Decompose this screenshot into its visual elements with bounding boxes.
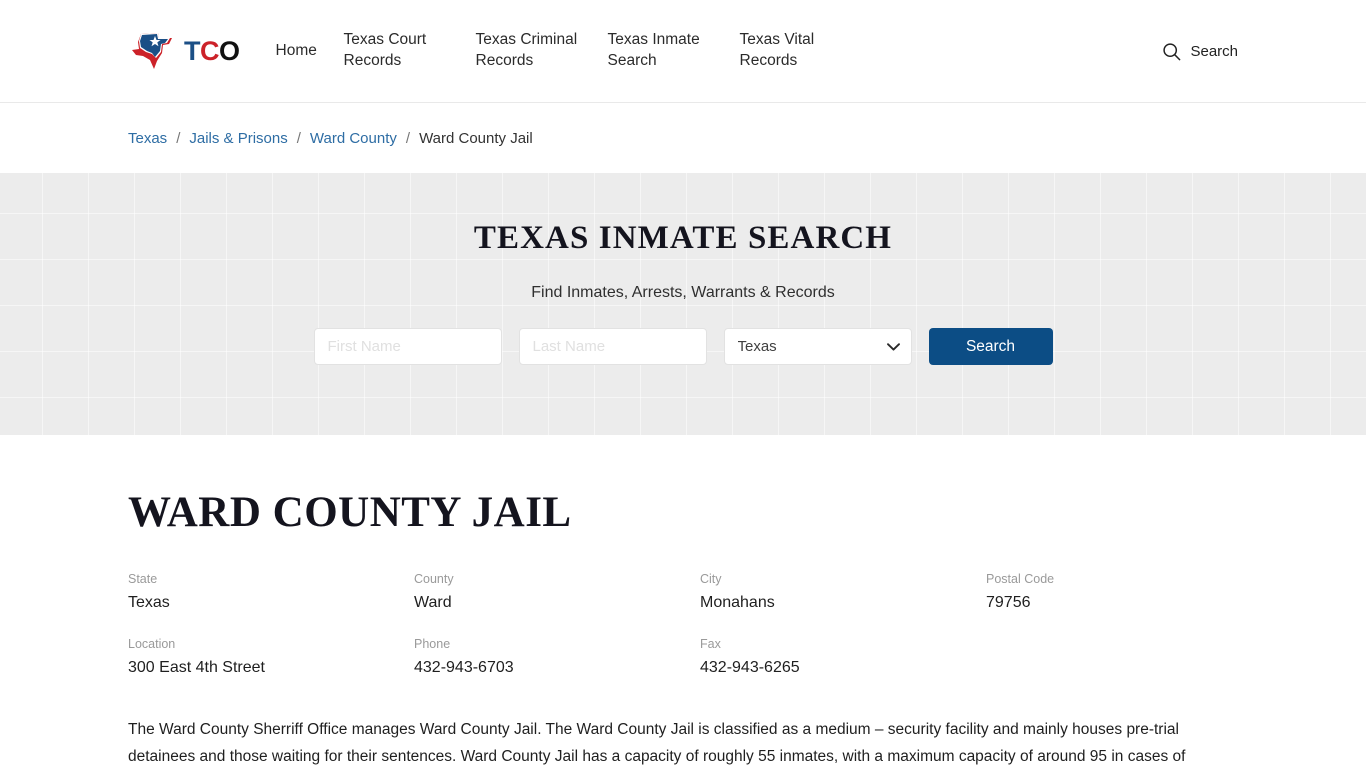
logo-letter-c: C bbox=[200, 35, 220, 66]
breadcrumb-separator: / bbox=[296, 129, 301, 147]
search-submit-button[interactable]: Search bbox=[928, 328, 1053, 365]
fact-location: Location 300 East 4th Street bbox=[128, 636, 414, 677]
facility-description: The Ward County Sherriff Office manages … bbox=[128, 720, 1186, 765]
fact-value: 432-943-6265 bbox=[700, 658, 800, 676]
fact-label: County bbox=[414, 572, 454, 586]
fact-county: County Ward bbox=[414, 572, 700, 612]
state-select[interactable]: Texas bbox=[723, 328, 912, 365]
main-navigation: Home Texas Court Records Texas Criminal … bbox=[276, 30, 872, 72]
nav-item-texas-criminal-records[interactable]: Texas Criminal Records bbox=[476, 30, 608, 72]
fact-label: City bbox=[700, 572, 722, 586]
breadcrumb-separator: / bbox=[176, 129, 181, 147]
fact-label: Phone bbox=[414, 636, 451, 651]
nav-item-texas-inmate-search[interactable]: Texas Inmate Search bbox=[608, 30, 740, 72]
logo-wordmark: TCO bbox=[184, 35, 240, 66]
nav-item-texas-vital-records[interactable]: Texas Vital Records bbox=[740, 30, 872, 72]
breadcrumb-item-ward-county[interactable]: Ward County bbox=[310, 130, 397, 147]
fact-label: State bbox=[128, 572, 158, 586]
fact-value: 79756 bbox=[986, 593, 1031, 611]
fact-value: 300 East 4th Street bbox=[128, 658, 265, 676]
fact-postal-code: Postal Code 79756 bbox=[986, 572, 1238, 612]
hero-subtitle: Find Inmates, Arrests, Warrants & Record… bbox=[531, 284, 835, 301]
fact-city: City Monahans bbox=[700, 572, 986, 612]
breadcrumb: Texas / Jails & Prisons / Ward County / … bbox=[128, 130, 533, 147]
fact-label: Postal Code bbox=[986, 572, 1055, 586]
breadcrumb-item-texas[interactable]: Texas bbox=[128, 130, 167, 147]
site-logo[interactable]: TCO bbox=[128, 29, 240, 73]
site-header: TCO Home Texas Court Records Texas Crimi… bbox=[0, 0, 1366, 103]
first-name-input[interactable] bbox=[313, 328, 502, 365]
fact-value: Texas bbox=[128, 593, 170, 611]
fact-phone: Phone 432-943-6703 bbox=[414, 636, 700, 677]
last-name-input[interactable] bbox=[518, 328, 707, 365]
logo-letter-o: O bbox=[219, 35, 240, 66]
facility-details-grid: State Texas County Ward City Monahans Po… bbox=[128, 572, 1238, 677]
breadcrumb-item-current: Ward County Jail bbox=[419, 129, 533, 147]
fact-value: Monahans bbox=[700, 593, 775, 611]
main-content: Ward County Jail State Texas County Ward… bbox=[0, 435, 1366, 768]
header-search-toggle[interactable]: Search bbox=[1162, 42, 1238, 61]
fact-empty-slot bbox=[986, 638, 1238, 677]
logo-letter-t: T bbox=[184, 35, 201, 66]
texas-state-flag-icon bbox=[128, 29, 180, 73]
fact-fax: Fax 432-943-6265 bbox=[700, 636, 986, 677]
fact-value: Ward bbox=[414, 593, 452, 611]
page-title: Ward County Jail bbox=[128, 489, 572, 536]
fact-state: State Texas bbox=[128, 572, 414, 612]
breadcrumb-separator: / bbox=[405, 129, 411, 147]
fact-label: Fax bbox=[700, 636, 721, 651]
hero-search-section: Texas Inmate Search Find Inmates, Arrest… bbox=[0, 173, 1366, 435]
nav-item-texas-court-records[interactable]: Texas Court Records bbox=[344, 30, 476, 72]
breadcrumb-item-jails-prisons[interactable]: Jails & Prisons bbox=[189, 130, 287, 147]
search-icon bbox=[1162, 42, 1181, 61]
header-search-label: Search bbox=[1190, 42, 1238, 60]
breadcrumb-bar: Texas / Jails & Prisons / Ward County / … bbox=[0, 103, 1366, 173]
hero-title: Texas Inmate Search bbox=[473, 220, 893, 256]
fact-label: Location bbox=[128, 636, 176, 651]
inmate-search-form: Texas Search bbox=[313, 328, 1053, 365]
state-select-wrapper: Texas bbox=[723, 328, 912, 365]
nav-item-home[interactable]: Home bbox=[276, 41, 344, 62]
fact-value: 432-943-6703 bbox=[414, 658, 514, 676]
